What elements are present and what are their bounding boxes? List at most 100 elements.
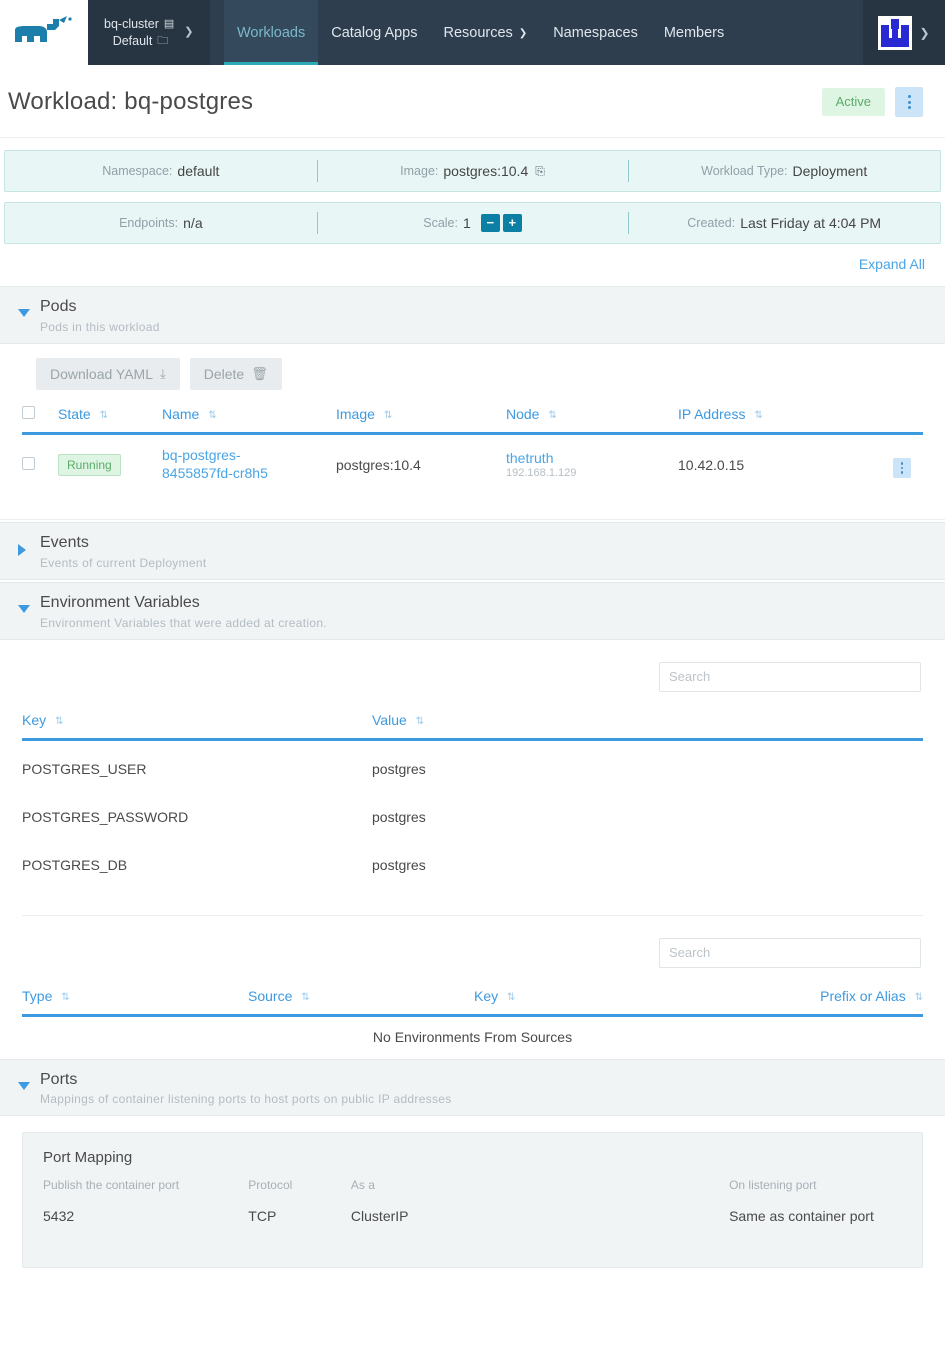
section-pods-title: Pods	[40, 298, 77, 315]
cell-state: Running	[58, 434, 162, 495]
pod-name-link[interactable]: bq-postgres-8455857fd-cr8h5	[162, 447, 302, 482]
env-sources-header-row: Type ⇅ Source ⇅ Key ⇅ Prefix or Alias ⇅	[22, 981, 923, 1017]
section-pods-body: Download YAML ⤓ Delete 🗑 State ⇅ Name ⇅ …	[0, 344, 945, 521]
column-label: State	[58, 406, 91, 423]
expand-all-link[interactable]: Expand All	[859, 256, 925, 272]
chevron-down-icon[interactable]	[18, 309, 30, 317]
column-header-node[interactable]: Node ⇅	[506, 400, 678, 436]
column-header-prefix-alias[interactable]: Prefix or Alias ⇅	[700, 981, 923, 1017]
column-header-protocol: Protocol	[248, 1178, 293, 1193]
column-header-name[interactable]: Name ⇅	[162, 400, 336, 436]
divider	[0, 137, 945, 138]
node-link[interactable]: thetruth	[506, 450, 553, 466]
cell-env-key: POSTGRES_USER	[22, 760, 147, 777]
cell-protocol: TCP	[248, 1208, 277, 1225]
chevron-down-icon: ❯	[518, 28, 528, 39]
user-menu[interactable]: ❯	[863, 0, 945, 65]
port-mapping-card: Port Mapping Publish the container port …	[22, 1132, 923, 1269]
env-search-input[interactable]	[659, 661, 921, 692]
chevron-down-icon[interactable]	[18, 604, 30, 613]
image-value: postgres:10.4	[443, 163, 529, 179]
scale-label: Scale:	[423, 216, 458, 230]
scale-value: 1	[462, 215, 471, 231]
column-header-as-a: As a	[350, 1178, 375, 1193]
column-label: Source	[248, 987, 293, 1004]
main-nav: Workloads Catalog Apps Resources ❯ Names…	[210, 0, 863, 65]
column-label: Type	[22, 987, 53, 1004]
chevron-down-icon[interactable]: ❯	[919, 26, 929, 40]
nav-item-resources[interactable]: Resources ❯	[431, 0, 541, 65]
sort-icon: ⇅	[61, 991, 70, 1003]
nav-item-members[interactable]: Members	[651, 0, 737, 65]
chevron-right-icon[interactable]	[18, 544, 26, 557]
nav-label: Catalog Apps	[331, 24, 418, 41]
section-ports-body: Port Mapping Publish the container port …	[0, 1116, 945, 1294]
table-row: 5432 TCP ClusterIP Same as container por…	[43, 1206, 902, 1227]
section-ports-title: Ports	[40, 1070, 78, 1088]
column-header-key[interactable]: Key ⇅	[22, 705, 372, 741]
column-header-source-key[interactable]: Key ⇅	[474, 981, 700, 1017]
column-header-image[interactable]: Image ⇅	[336, 400, 506, 436]
endpoints-label: Endpoints:	[119, 216, 179, 230]
select-all-checkbox[interactable]	[22, 406, 35, 420]
table-row[interactable]: Running bq-postgres-8455857fd-cr8h5 post…	[22, 434, 923, 495]
nav-item-workloads[interactable]: Workloads	[224, 0, 319, 65]
section-env-header[interactable]: Environment Variables Environment Variab…	[0, 581, 945, 640]
column-header-source[interactable]: Source ⇅	[248, 981, 474, 1017]
page-header: Workload: bq-postgres Active	[0, 65, 945, 137]
pods-table: State ⇅ Name ⇅ Image ⇅ Node ⇅ IP Address…	[22, 400, 923, 494]
status-badge: Active	[821, 87, 885, 117]
section-ports-header[interactable]: Ports Mappings of container listening po…	[0, 1058, 945, 1117]
row-checkbox[interactable]	[22, 456, 35, 470]
section-ports: Ports Mappings of container listening po…	[0, 1058, 945, 1295]
cell-env-value: postgres	[372, 808, 426, 825]
cell-env-value: postgres	[372, 760, 426, 777]
env-search-wrap	[0, 640, 945, 706]
workload-actions-menu-button[interactable]	[895, 87, 923, 117]
section-events-title: Events	[40, 534, 89, 552]
chevron-down-icon[interactable]	[18, 1081, 30, 1090]
nav-item-namespaces[interactable]: Namespaces	[540, 0, 651, 65]
sort-icon: ⇅	[507, 991, 516, 1003]
created-value: Last Friday at 4:04 PM	[740, 215, 882, 231]
section-events: Events Events of current Deployment	[0, 522, 945, 580]
section-pods: Pods Pods in this workload Download YAML…	[0, 286, 945, 521]
column-header-value[interactable]: Value ⇅	[372, 705, 923, 741]
pods-table-footer	[0, 494, 945, 521]
nav-label: Namespaces	[553, 24, 638, 41]
rancher-logo[interactable]	[0, 0, 88, 65]
cell-listening-port: Same as container port	[729, 1208, 874, 1225]
cell-actions	[893, 434, 923, 495]
scale-increment-button[interactable]: +	[502, 214, 522, 232]
section-events-header[interactable]: Events Events of current Deployment	[0, 522, 945, 580]
section-pods-header[interactable]: Pods Pods in this workload	[0, 286, 945, 344]
sort-icon: ⇅	[754, 410, 763, 422]
pod-actions-menu-button[interactable]	[893, 458, 911, 479]
nav-item-catalog-apps[interactable]: Catalog Apps	[318, 0, 430, 65]
pods-toolbar: Download YAML ⤓ Delete 🗑	[0, 344, 945, 401]
column-header-container-port: Publish the container port	[43, 1178, 180, 1193]
section-pods-subtitle: Pods in this workload	[40, 319, 160, 334]
nav-label: Members	[663, 24, 725, 41]
chevron-down-icon[interactable]: ❯	[184, 27, 193, 38]
row-select-cell	[22, 434, 58, 495]
empty-state-text: No Environments From Sources	[372, 1028, 573, 1045]
workload-info-banner-1: Namespace: default Image: postgres:10.4 …	[4, 150, 941, 192]
namespace-info: Namespace: default	[5, 151, 317, 191]
delete-button[interactable]: Delete 🗑	[189, 357, 282, 391]
workload-type-label: Workload Type:	[701, 164, 788, 178]
node-ip: 192.168.1.129	[506, 467, 577, 480]
column-header-state[interactable]: State ⇅	[58, 400, 162, 436]
scale-decrement-button[interactable]: −	[480, 214, 500, 232]
copy-icon[interactable]: ⎘	[535, 164, 545, 179]
cluster-project-switcher[interactable]: bq-cluster ▤ Default 🗀 ❯	[88, 0, 210, 65]
sort-icon: ⇅	[383, 410, 393, 422]
column-header-type[interactable]: Type ⇅	[22, 981, 248, 1017]
column-label: Key	[22, 711, 47, 728]
column-header-ip-address[interactable]: IP Address ⇅	[678, 400, 893, 436]
section-environment-variables: Environment Variables Environment Variab…	[0, 581, 945, 1057]
download-yaml-button[interactable]: Download YAML ⤓	[36, 357, 180, 391]
env-sources-search-input[interactable]	[659, 937, 921, 968]
sort-icon: ⇅	[55, 715, 64, 727]
project-name-row: Default 🗀	[104, 33, 174, 50]
